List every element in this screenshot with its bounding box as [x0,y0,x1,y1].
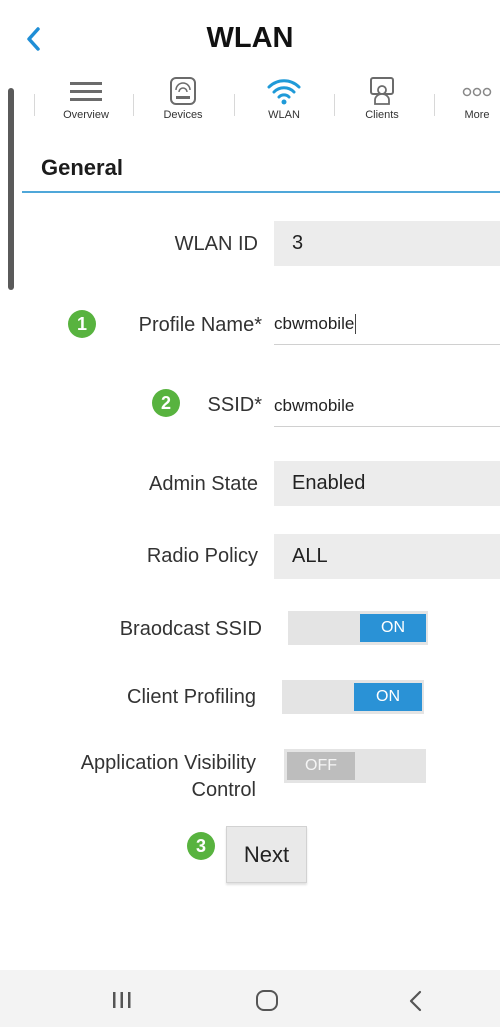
nav-divider [334,94,335,116]
toggle-knob-on: ON [354,683,422,711]
nav-label: Overview [63,109,109,121]
scroll-handle[interactable] [8,88,14,290]
admin-state-select[interactable]: Enabled [274,461,500,506]
nav-divider [434,94,435,116]
client-profiling-toggle[interactable]: ON [282,680,424,714]
ssid-value: cbwmobile [274,395,355,415]
next-button[interactable]: Next [226,826,307,883]
toggle-knob-on: ON [360,614,426,642]
broadcast-ssid-toggle[interactable]: ON [288,611,428,645]
nav-item-clients[interactable]: Clients [350,76,414,132]
nav-divider [234,94,235,116]
home-button[interactable] [245,988,289,1014]
text-cursor [355,313,357,334]
home-icon [256,990,278,1011]
step-badge: 1 [68,310,96,338]
ssid-input[interactable]: cbwmobile [274,385,500,427]
section-divider [22,191,500,193]
back-nav-button[interactable] [394,988,438,1014]
avc-label: Application Visibility Control [20,750,256,804]
nav-divider [34,94,35,116]
toggle-knob-off: OFF [287,752,355,780]
section-title: General [41,155,123,180]
wifi-icon [267,79,301,105]
menu-icon [70,82,102,101]
avc-label-line2: Control [191,779,256,801]
system-nav-bar [0,970,500,1027]
nav-label: WLAN [268,109,300,121]
admin-state-label: Admin State [149,473,258,495]
nav-label: More [464,109,490,121]
nav-item-overview[interactable]: Overview [52,76,120,132]
clients-icon [370,77,394,105]
more-icon [462,87,492,97]
nav-label: Clients [365,109,399,121]
nav-item-devices[interactable]: Devices [150,76,216,132]
wlan-id-field[interactable]: 3 [274,221,500,266]
avc-label-line1: Application Visibility [80,752,256,774]
chevron-left-icon [409,990,422,1012]
profile-name-label: Profile Name* [138,314,262,336]
broadcast-ssid-label: Braodcast SSID [119,618,262,640]
client-profiling-label: Client Profiling [127,686,256,708]
nav-item-wlan[interactable]: WLAN [252,76,316,132]
nav-divider [133,94,134,116]
nav-label: Devices [163,109,203,121]
ssid-label: SSID* [207,394,262,416]
recent-apps-button[interactable] [100,988,144,1012]
devices-icon [170,77,196,105]
radio-policy-label: Radio Policy [146,545,258,567]
step-badge: 2 [152,389,180,417]
profile-name-value: cbwmobile [274,313,355,333]
nav-item-more[interactable]: More [454,76,500,132]
radio-policy-select[interactable]: ALL [274,534,500,579]
step-badge: 3 [187,832,215,860]
recent-apps-icon [113,992,131,1008]
wlan-id-label: WLAN ID [174,233,258,255]
profile-name-input[interactable]: cbwmobile [274,303,500,345]
avc-toggle[interactable]: OFF [284,749,426,783]
page-title: WLAN [206,22,294,54]
